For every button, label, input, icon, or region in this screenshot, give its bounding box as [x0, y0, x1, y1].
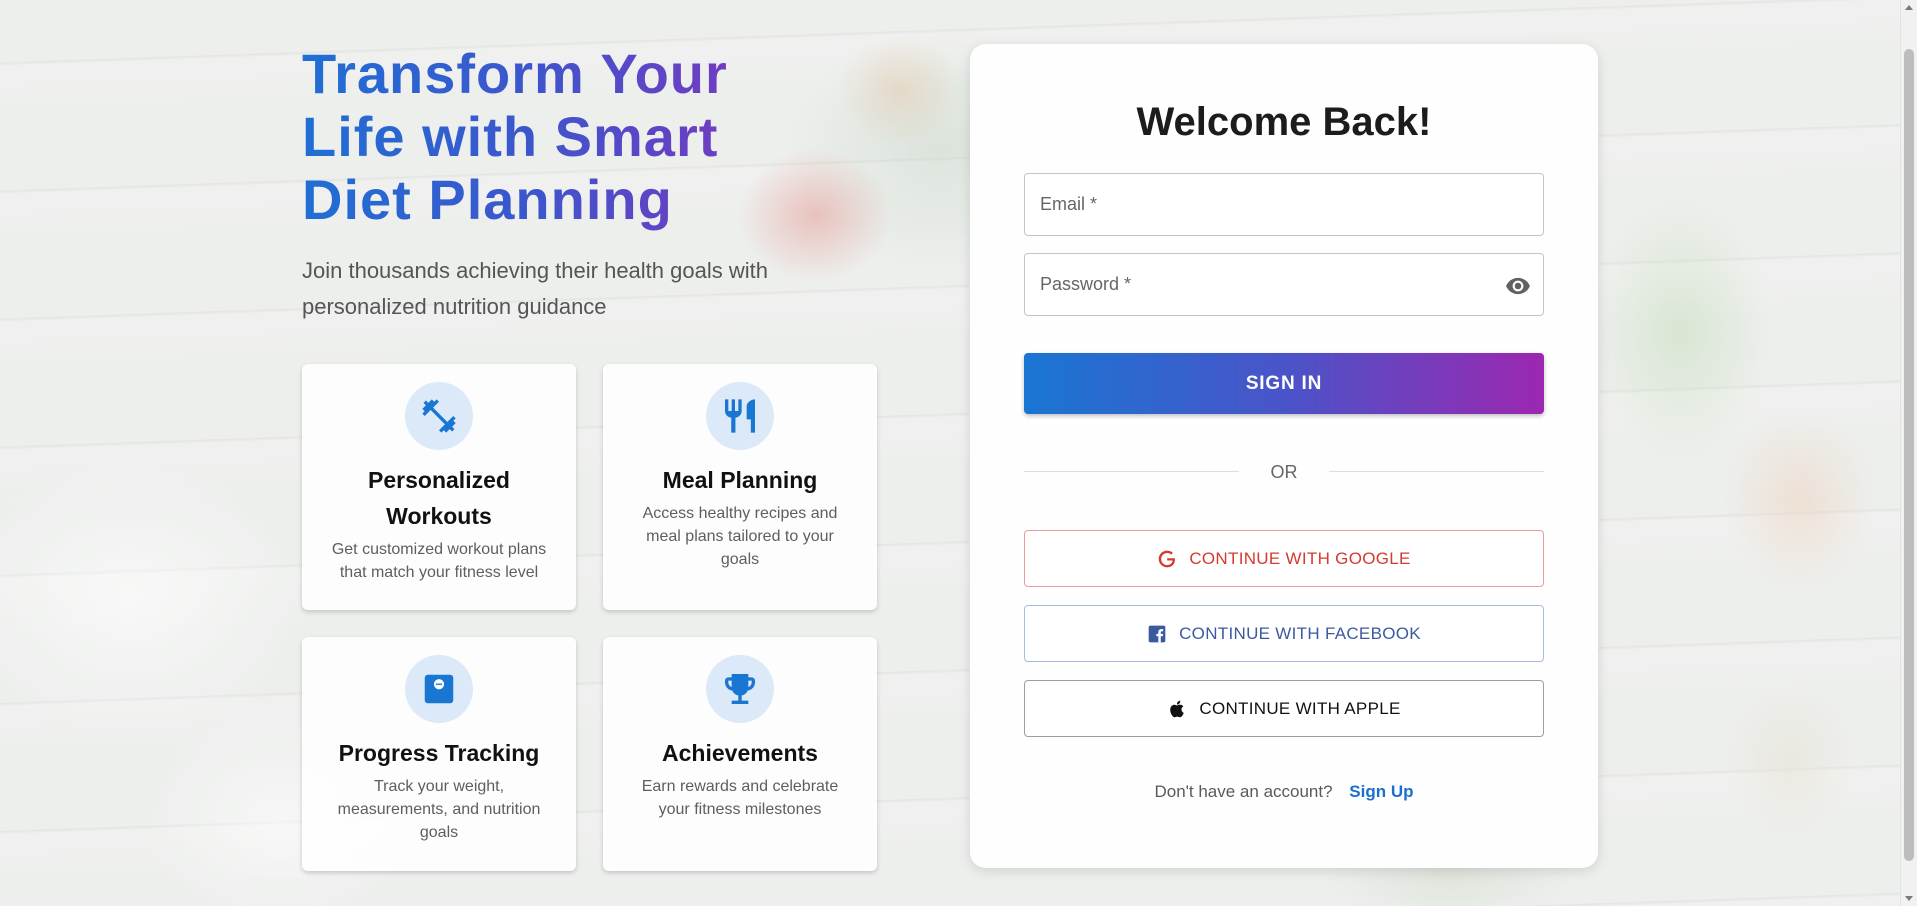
feature-description: Access healthy recipes and meal plans ta…	[642, 505, 838, 568]
password-input[interactable]	[1025, 254, 1543, 315]
signup-row: Don't have an account? Sign Up	[970, 782, 1598, 802]
dumbbell-icon	[405, 382, 473, 450]
fork-knife-icon	[706, 382, 774, 450]
feature-description: Get customized workout plans that match …	[331, 541, 547, 581]
page-scrollbar[interactable]	[1900, 0, 1917, 906]
feature-card-achievements: Achievements Earn rewards and celebrate …	[603, 637, 877, 871]
scroll-up-arrow-icon[interactable]	[1905, 5, 1913, 10]
background-overlay	[0, 0, 1917, 906]
hero-section: Transform Your Life with Smart Diet Plan…	[302, 42, 902, 325]
google-button[interactable]: CONTINUE WITH GOOGLE	[1024, 530, 1544, 587]
hero-subtitle: Join thousands achieving their health go…	[302, 258, 768, 319]
eye-icon[interactable]	[1505, 273, 1531, 304]
divider-text: OR	[1270, 462, 1298, 482]
email-field[interactable]	[1024, 173, 1544, 236]
feature-title: Progress Tracking	[338, 740, 540, 766]
facebook-button-label: CONTINUE WITH FACEBOOK	[1179, 623, 1421, 643]
feature-card-meal-planning: Meal Planning Access healthy recipes and…	[603, 364, 877, 610]
facebook-button[interactable]: CONTINUE WITH FACEBOOK	[1024, 605, 1544, 662]
or-divider: OR	[1024, 462, 1544, 482]
feature-card-progress-tracking: Progress Tracking Track your weight, mea…	[302, 637, 576, 871]
divider-line	[1329, 471, 1544, 472]
feature-title: Personalized Workouts	[368, 467, 510, 529]
password-field[interactable]	[1024, 253, 1544, 316]
feature-title: Achievements	[662, 740, 818, 766]
apple-button[interactable]: CONTINUE WITH APPLE	[1024, 680, 1544, 737]
scroll-thumb[interactable]	[1904, 49, 1914, 861]
email-input[interactable]	[1025, 174, 1543, 235]
feature-description: Earn rewards and celebrate your fitness …	[641, 778, 839, 818]
google-icon	[1159, 550, 1176, 567]
login-title: Welcome Back!	[1136, 100, 1432, 144]
feature-title: Meal Planning	[662, 467, 818, 493]
feature-description: Track your weight, measurements, and nut…	[337, 778, 541, 841]
scroll-down-arrow-icon[interactable]	[1905, 896, 1913, 901]
sign-up-link[interactable]: Sign Up	[1349, 782, 1413, 801]
facebook-icon	[1148, 625, 1166, 642]
hero-title: Transform Your Life with Smart Diet Plan…	[302, 42, 822, 231]
google-button-label: CONTINUE WITH GOOGLE	[1189, 548, 1411, 568]
login-panel: Welcome Back! SIGN IN OR CONTINUE WITH G…	[970, 44, 1598, 868]
signup-prompt: Don't have an account?	[1154, 782, 1333, 801]
apple-button-label: CONTINUE WITH APPLE	[1199, 698, 1401, 718]
sign-in-button[interactable]: SIGN IN	[1024, 353, 1544, 414]
feature-card-workouts: Personalized Workouts Get customized wor…	[302, 364, 576, 610]
apple-icon	[1170, 700, 1185, 717]
scale-icon	[405, 655, 473, 723]
trophy-icon	[706, 655, 774, 723]
